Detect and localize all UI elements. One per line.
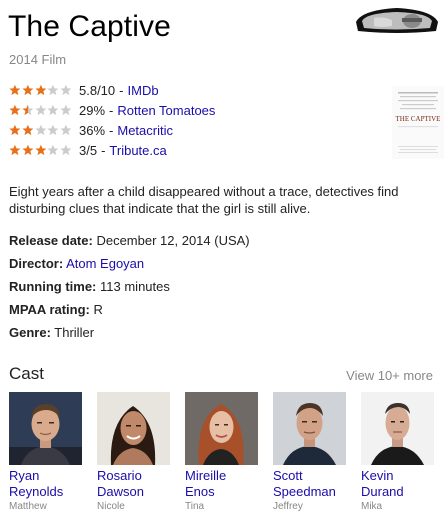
cast-role: Nicole (97, 501, 125, 512)
cast-first-name[interactable]: Scott (273, 468, 303, 483)
fact-running-time: Running time: 113 minutes (9, 275, 250, 298)
star-icon-full (9, 144, 21, 156)
fact-mpaa-rating: MPAA rating: R (9, 298, 250, 321)
rating-row-tribute: 3/5 - Tribute.ca (9, 140, 215, 160)
star-icon-empty (47, 104, 59, 116)
cast-photo[interactable] (361, 392, 434, 465)
fact-director: Director: Atom Egoyan (9, 252, 250, 275)
cast-member-ryan-reynolds[interactable]: Ryan Reynolds Matthew (9, 392, 97, 512)
cast-photo[interactable] (9, 392, 82, 465)
cast-photo[interactable] (97, 392, 170, 465)
cast-role: Jeffrey (273, 501, 303, 512)
ratings-list: 5.8/10 - IMDb 29% - Rotten Tomatoes 36% … (9, 80, 215, 160)
cast-last-name[interactable]: Reynolds (9, 484, 63, 499)
director-link[interactable]: Atom Egoyan (66, 256, 144, 271)
star-icon-half (22, 104, 34, 116)
star-rating (9, 104, 73, 116)
rating-score: 5.8/10 (79, 82, 116, 98)
fact-value: Thriller (54, 325, 95, 340)
fact-label: Director: (9, 256, 64, 271)
fact-release-date: Release date: December 12, 2014 (USA) (9, 229, 250, 252)
rating-source-link-imdb[interactable]: IMDb (128, 83, 159, 98)
cast-last-name[interactable]: Durand (361, 484, 404, 499)
cast-name-link[interactable]: Rosario Dawson (97, 468, 177, 500)
poster-title: THE CAPTIVE (396, 115, 441, 123)
cast-list: Ryan Reynolds Matthew Rosario Dawson Nic… (9, 392, 447, 512)
star-icon-empty (60, 84, 72, 96)
cast-photo[interactable] (273, 392, 346, 465)
star-icon-empty (60, 104, 72, 116)
rating-separator: - (119, 82, 124, 98)
star-rating (9, 124, 73, 136)
cast-name-link[interactable]: Scott Speedman (273, 468, 353, 500)
rating-source-link-rotten-tomatoes[interactable]: Rotten Tomatoes (117, 103, 215, 118)
fact-value: December 12, 2014 (USA) (96, 233, 250, 248)
cast-first-name[interactable]: Ryan (9, 468, 39, 483)
cast-name-link[interactable]: Kevin Durand (361, 468, 441, 500)
star-icon-empty (34, 124, 46, 136)
star-icon-full (9, 104, 21, 116)
star-icon-full (22, 144, 34, 156)
star-rating (9, 144, 73, 156)
movie-subtitle: 2014 Film (9, 52, 67, 67)
cast-member-scott-speedman[interactable]: Scott Speedman Jeffrey (273, 392, 361, 512)
cast-first-name[interactable]: Rosario (97, 468, 142, 483)
star-icon-empty (60, 144, 72, 156)
cast-role: Tina (185, 501, 205, 512)
cast-role: Matthew (9, 501, 47, 512)
star-icon-full (34, 144, 46, 156)
rating-row-rotten-tomatoes: 29% - Rotten Tomatoes (9, 100, 215, 120)
star-rating (9, 84, 73, 96)
facts-list: Release date: December 12, 2014 (USA) Di… (9, 229, 250, 344)
cast-member-mireille-enos[interactable]: Mireille Enos Tina (185, 392, 273, 512)
rating-score: 29% (79, 102, 106, 118)
fact-label: Genre: (9, 325, 51, 340)
rating-row-metacritic: 36% - Metacritic (9, 120, 215, 140)
star-icon-full (9, 84, 21, 96)
star-icon-full (22, 84, 34, 96)
star-icon-full (34, 84, 46, 96)
star-icon-empty (60, 124, 72, 136)
fact-value: 113 minutes (100, 279, 170, 294)
cast-member-kevin-durand[interactable]: Kevin Durand Mika (361, 392, 447, 512)
fact-genre: Genre: Thriller (9, 321, 250, 344)
star-icon-full (22, 124, 34, 136)
rating-score: 36% (79, 122, 106, 138)
movie-description: Eight years after a child disappeared wi… (9, 184, 399, 216)
fact-value: R (93, 302, 103, 317)
cast-photo[interactable] (185, 392, 258, 465)
rating-separator: - (109, 122, 114, 138)
view-more-cast-link[interactable]: View 10+ more (346, 368, 433, 383)
cast-heading: Cast (9, 364, 44, 383)
cast-last-name[interactable]: Speedman (273, 484, 336, 499)
cast-last-name[interactable]: Dawson (97, 484, 144, 499)
rating-source-link-metacritic[interactable]: Metacritic (117, 123, 173, 138)
star-icon-empty (47, 144, 59, 156)
movie-poster[interactable]: THE CAPTIVE (392, 86, 444, 159)
cast-name-link[interactable]: Ryan Reynolds (9, 468, 89, 500)
fact-label: Release date: (9, 233, 93, 248)
star-icon-empty (47, 124, 59, 136)
hero-image[interactable] (352, 4, 442, 35)
cast-first-name[interactable]: Kevin (361, 468, 394, 483)
fact-label: Running time: (9, 279, 97, 294)
cast-first-name[interactable]: Mireille (185, 468, 226, 483)
star-icon-empty (34, 104, 46, 116)
star-icon-full (9, 124, 21, 136)
cast-member-rosario-dawson[interactable]: Rosario Dawson Nicole (97, 392, 185, 512)
cast-name-link[interactable]: Mireille Enos (185, 468, 265, 500)
rating-row-imdb: 5.8/10 - IMDb (9, 80, 215, 100)
rating-separator: - (101, 142, 106, 158)
movie-title: The Captive (8, 10, 171, 43)
cast-role: Mika (361, 501, 383, 512)
cast-last-name[interactable]: Enos (185, 484, 215, 499)
rating-score: 3/5 (79, 142, 98, 158)
star-icon-empty (47, 84, 59, 96)
fact-label: MPAA rating: (9, 302, 90, 317)
rating-separator: - (109, 102, 114, 118)
rating-source-link-tribute[interactable]: Tribute.ca (109, 143, 166, 158)
